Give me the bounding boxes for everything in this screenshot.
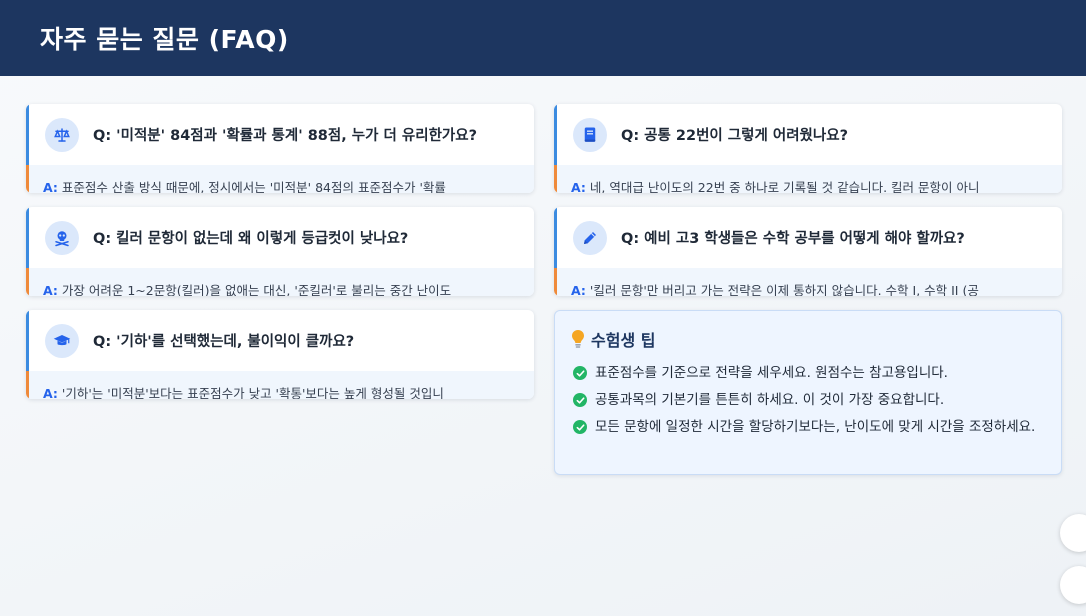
- faq-item[interactable]: Q: 예비 고3 학생들은 수학 공부를 어떻게 해야 할까요? A: '킬러 문…: [554, 207, 1062, 296]
- answer-text: '킬러 문항'만 버리고 가는 전략은 이제 통하지 않습니다. 수학 I, 수…: [589, 283, 979, 296]
- faq-answer: A: '킬러 문항'만 버리고 가는 전략은 이제 통하지 않습니다. 수학 I,…: [554, 268, 1062, 296]
- faq-item[interactable]: Q: '기하'를 선택했는데, 불이익이 클까요? A: '기하'는 '미적분'보…: [26, 310, 534, 399]
- answer-text: '기하'는 '미적분'보다는 표준점수가 낮고 '확통'보다는 높게 형성될 것…: [61, 386, 444, 399]
- lightbulb-icon: [571, 329, 585, 349]
- tip-item: 표준점수를 기준으로 전략을 세우세요. 원점수는 참고용입니다.: [571, 363, 1045, 383]
- faq-column-right: Q: 공통 22번이 그렇게 어려웠나요? A: 네, 역대급 난이도의 22번 …: [554, 104, 1062, 475]
- graduation-cap-icon: [45, 323, 79, 358]
- answer-text: 네, 역대급 난이도의 22번 중 하나로 기록될 것 같습니다. 킬러 문항이…: [589, 180, 980, 193]
- faq-answer: A: 네, 역대급 난이도의 22번 중 하나로 기록될 것 같습니다. 킬러 문…: [554, 165, 1062, 193]
- answer-label: A:: [43, 180, 58, 193]
- book-icon: [573, 117, 607, 152]
- floating-action-button[interactable]: [1060, 514, 1086, 552]
- faq-question-row[interactable]: Q: 공통 22번이 그렇게 어려웠나요?: [554, 104, 1062, 165]
- scale-icon: [45, 117, 79, 152]
- tips-header: 수험생 팁: [571, 327, 1045, 351]
- faq-column-left: Q: '미적분' 84점과 '확률과 통계' 88점, 누가 더 유리한가요? …: [26, 104, 534, 399]
- faq-question: Q: 킬러 문항이 없는데 왜 이렇게 등급컷이 낮나요?: [93, 231, 409, 247]
- page-header: 자주 묻는 질문 (FAQ): [0, 0, 1086, 76]
- faq-item[interactable]: Q: 킬러 문항이 없는데 왜 이렇게 등급컷이 낮나요? A: 가장 어려운 1…: [26, 207, 534, 296]
- answer-text: 표준점수 산출 방식 때문에, 정시에서는 '미적분' 84점의 표준점수가 '…: [61, 180, 446, 193]
- check-icon: [573, 420, 587, 434]
- faq-question: Q: 예비 고3 학생들은 수학 공부를 어떻게 해야 할까요?: [621, 231, 965, 247]
- faq-question-row[interactable]: Q: 예비 고3 학생들은 수학 공부를 어떻게 해야 할까요?: [554, 207, 1062, 268]
- answer-label: A:: [43, 283, 58, 296]
- faq-answer: A: 가장 어려운 1~2문항(킬러)을 없애는 대신, '준킬러'로 불리는 중…: [26, 268, 534, 296]
- pencil-icon: [573, 220, 607, 255]
- faq-question: Q: '기하'를 선택했는데, 불이익이 클까요?: [93, 334, 355, 350]
- tip-text: 공통과목의 기본기를 튼튼히 하세요. 이 것이 가장 중요합니다.: [595, 392, 945, 408]
- tips-title: 수험생 팁: [591, 331, 656, 350]
- faq-item[interactable]: Q: 공통 22번이 그렇게 어려웠나요? A: 네, 역대급 난이도의 22번 …: [554, 104, 1062, 193]
- answer-text: 가장 어려운 1~2문항(킬러)을 없애는 대신, '준킬러'로 불리는 중간 …: [61, 283, 452, 296]
- answer-label: A:: [571, 283, 586, 296]
- skull-crossbones-icon: [45, 220, 79, 255]
- faq-question: Q: '미적분' 84점과 '확률과 통계' 88점, 누가 더 유리한가요?: [93, 128, 478, 144]
- faq-question-row[interactable]: Q: '기하'를 선택했는데, 불이익이 클까요?: [26, 310, 534, 371]
- faq-answer: A: 표준점수 산출 방식 때문에, 정시에서는 '미적분' 84점의 표준점수가…: [26, 165, 534, 193]
- faq-item[interactable]: Q: '미적분' 84점과 '확률과 통계' 88점, 누가 더 유리한가요? …: [26, 104, 534, 193]
- tips-panel: 수험생 팁 표준점수를 기준으로 전략을 세우세요. 원점수는 참고용입니다. …: [554, 310, 1062, 475]
- answer-label: A:: [571, 180, 586, 193]
- answer-label: A:: [43, 386, 58, 399]
- faq-grid: Q: '미적분' 84점과 '확률과 통계' 88점, 누가 더 유리한가요? …: [26, 104, 1062, 475]
- page-title: 자주 묻는 질문 (FAQ): [40, 25, 289, 54]
- scroll-top-button[interactable]: [1060, 566, 1086, 604]
- faq-question-row[interactable]: Q: '미적분' 84점과 '확률과 통계' 88점, 누가 더 유리한가요?: [26, 104, 534, 165]
- tip-text: 표준점수를 기준으로 전략을 세우세요. 원점수는 참고용입니다.: [595, 365, 948, 381]
- tip-item: 공통과목의 기본기를 튼튼히 하세요. 이 것이 가장 중요합니다.: [571, 390, 1045, 410]
- faq-question: Q: 공통 22번이 그렇게 어려웠나요?: [621, 128, 848, 144]
- check-icon: [573, 366, 587, 380]
- check-icon: [573, 393, 587, 407]
- faq-answer: A: '기하'는 '미적분'보다는 표준점수가 낮고 '확통'보다는 높게 형성될…: [26, 371, 534, 399]
- tip-item: 모든 문항에 일정한 시간을 할당하기보다는, 난이도에 맞게 시간을 조정하세…: [571, 417, 1045, 437]
- tip-text: 모든 문항에 일정한 시간을 할당하기보다는, 난이도에 맞게 시간을 조정하세…: [595, 419, 1036, 435]
- faq-question-row[interactable]: Q: 킬러 문항이 없는데 왜 이렇게 등급컷이 낮나요?: [26, 207, 534, 268]
